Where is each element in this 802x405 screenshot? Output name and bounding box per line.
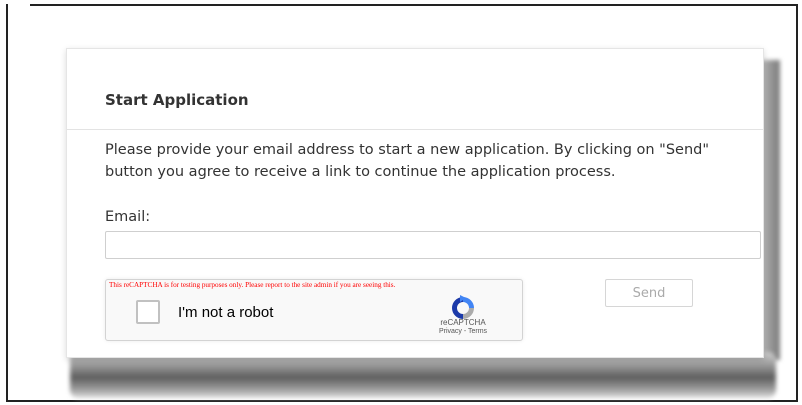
start-application-card: Start Application Please provide your em… [66,48,764,358]
recaptcha-privacy-terms-links[interactable]: Privacy - Terms [424,328,502,335]
page-title: Start Application [105,91,249,109]
send-button[interactable]: Send [605,279,693,307]
email-field[interactable] [105,231,761,259]
email-label: Email: [105,209,151,225]
recaptcha-test-warning: This reCAPTCHA is for testing purposes o… [109,281,396,289]
card-header: Start Application [67,79,763,130]
recaptcha-widget: This reCAPTCHA is for testing purposes o… [105,279,523,341]
card-shadow-bottom [70,352,776,398]
recaptcha-checkbox[interactable] [136,300,160,324]
recaptcha-brand: reCAPTCHA [440,318,486,327]
recaptcha-label: I'm not a robot [178,304,274,321]
intro-text: Please provide your email address to sta… [105,142,710,180]
